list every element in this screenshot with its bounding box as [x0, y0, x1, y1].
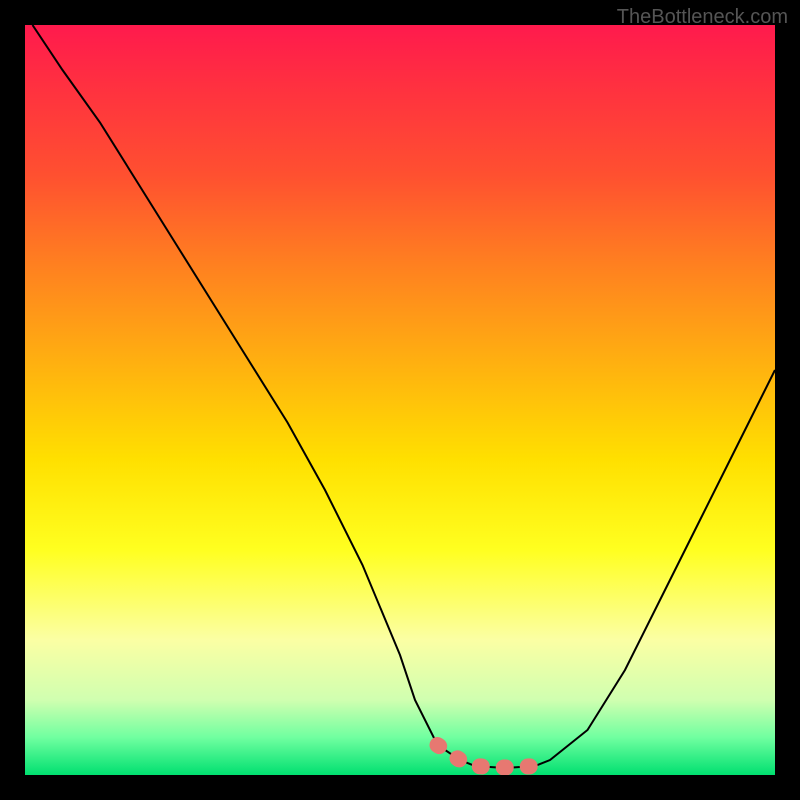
bottleneck-curve-line — [33, 25, 776, 768]
highlight-dots — [438, 745, 536, 768]
chart-svg — [25, 25, 775, 775]
plot-area — [25, 25, 775, 775]
chart-container: TheBottleneck.com — [0, 0, 800, 800]
watermark-text: TheBottleneck.com — [617, 6, 788, 29]
